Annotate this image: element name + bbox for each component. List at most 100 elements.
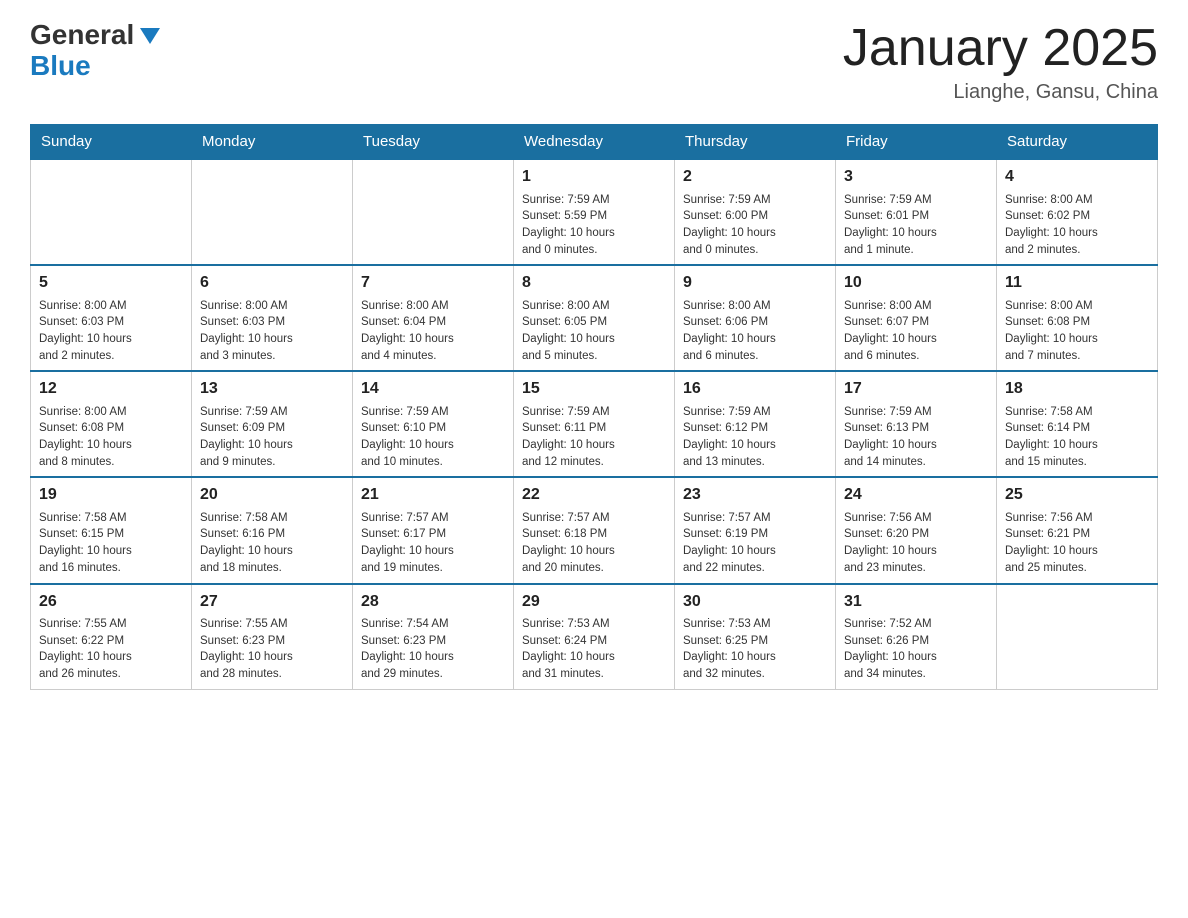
table-row: 27 Sunrise: 7:55 AM Sunset: 6:23 PM Dayli… <box>192 584 353 690</box>
day-number: 16 <box>683 378 827 400</box>
table-row: 10 Sunrise: 8:00 AM Sunset: 6:07 PM Dayli… <box>836 265 997 371</box>
day-number: 18 <box>1005 378 1149 400</box>
header-wednesday: Wednesday <box>514 125 675 160</box>
day-info: Sunrise: 8:00 AM Sunset: 6:08 PM Dayligh… <box>1005 298 1149 365</box>
day-number: 17 <box>844 378 988 400</box>
day-info: Sunrise: 7:53 AM Sunset: 6:25 PM Dayligh… <box>683 616 827 683</box>
day-number: 27 <box>200 591 344 613</box>
day-number: 11 <box>1005 272 1149 294</box>
day-info: Sunrise: 7:56 AM Sunset: 6:20 PM Dayligh… <box>844 510 988 577</box>
logo: General Blue <box>30 20 164 82</box>
table-row: 20Sunrise: 7:58 AM Sunset: 6:16 PM Dayli… <box>192 477 353 583</box>
header-friday: Friday <box>836 125 997 160</box>
day-number: 8 <box>522 272 666 294</box>
table-row: 15Sunrise: 7:59 AM Sunset: 6:11 PM Dayli… <box>514 371 675 477</box>
header-sunday: Sunday <box>31 125 192 160</box>
calendar-week-row: 26 Sunrise: 7:55 AM Sunset: 6:22 PM Dayli… <box>31 584 1158 690</box>
table-row: 8 Sunrise: 8:00 AM Sunset: 6:05 PM Daylig… <box>514 265 675 371</box>
subtitle: Lianghe, Gansu, China <box>843 81 1158 104</box>
table-row: 1 Sunrise: 7:59 AM Sunset: 5:59 PM Daylig… <box>514 159 675 265</box>
table-row <box>997 584 1158 690</box>
table-row: 24 Sunrise: 7:56 AM Sunset: 6:20 PM Dayli… <box>836 477 997 583</box>
day-info: Sunrise: 7:54 AM Sunset: 6:23 PM Dayligh… <box>361 616 505 683</box>
table-row: 28 Sunrise: 7:54 AM Sunset: 6:23 PM Dayli… <box>353 584 514 690</box>
table-row: 19 Sunrise: 7:58 AM Sunset: 6:15 PM Dayli… <box>31 477 192 583</box>
calendar-week-row: 5 Sunrise: 8:00 AM Sunset: 6:03 PM Daylig… <box>31 265 1158 371</box>
day-info: Sunrise: 7:58 AM Sunset: 6:15 PM Dayligh… <box>39 510 183 577</box>
page-header: General Blue January 2025 Lianghe, Gansu… <box>30 20 1158 104</box>
table-row: 6 Sunrise: 8:00 AM Sunset: 6:03 PM Daylig… <box>192 265 353 371</box>
table-row: 2Sunrise: 7:59 AM Sunset: 6:00 PM Daylig… <box>675 159 836 265</box>
day-number: 25 <box>1005 484 1149 506</box>
day-info: Sunrise: 8:00 AM Sunset: 6:02 PM Dayligh… <box>1005 192 1149 259</box>
day-info: Sunrise: 7:59 AM Sunset: 6:00 PM Dayligh… <box>683 192 827 259</box>
day-number: 22 <box>522 484 666 506</box>
day-number: 23 <box>683 484 827 506</box>
calendar-table: Sunday Monday Tuesday Wednesday Thursday… <box>30 124 1158 689</box>
table-row <box>31 159 192 265</box>
day-number: 21 <box>361 484 505 506</box>
table-row: 23 Sunrise: 7:57 AM Sunset: 6:19 PM Dayli… <box>675 477 836 583</box>
day-number: 7 <box>361 272 505 294</box>
table-row: 16 Sunrise: 7:59 AM Sunset: 6:12 PM Dayli… <box>675 371 836 477</box>
day-number: 26 <box>39 591 183 613</box>
day-info: Sunrise: 7:56 AM Sunset: 6:21 PM Dayligh… <box>1005 510 1149 577</box>
day-number: 4 <box>1005 166 1149 188</box>
day-info: Sunrise: 7:55 AM Sunset: 6:23 PM Dayligh… <box>200 616 344 683</box>
day-number: 19 <box>39 484 183 506</box>
calendar-week-row: 19 Sunrise: 7:58 AM Sunset: 6:15 PM Dayli… <box>31 477 1158 583</box>
table-row: 22Sunrise: 7:57 AM Sunset: 6:18 PM Dayli… <box>514 477 675 583</box>
header-saturday: Saturday <box>997 125 1158 160</box>
day-info: Sunrise: 7:59 AM Sunset: 6:09 PM Dayligh… <box>200 404 344 471</box>
day-info: Sunrise: 7:55 AM Sunset: 6:22 PM Dayligh… <box>39 616 183 683</box>
table-row: 17 Sunrise: 7:59 AM Sunset: 6:13 PM Dayli… <box>836 371 997 477</box>
day-number: 14 <box>361 378 505 400</box>
day-info: Sunrise: 7:59 AM Sunset: 6:01 PM Dayligh… <box>844 192 988 259</box>
table-row: 9Sunrise: 8:00 AM Sunset: 6:06 PM Daylig… <box>675 265 836 371</box>
day-number: 30 <box>683 591 827 613</box>
day-number: 29 <box>522 591 666 613</box>
day-info: Sunrise: 7:53 AM Sunset: 6:24 PM Dayligh… <box>522 616 666 683</box>
header-monday: Monday <box>192 125 353 160</box>
table-row: 21 Sunrise: 7:57 AM Sunset: 6:17 PM Dayli… <box>353 477 514 583</box>
day-number: 28 <box>361 591 505 613</box>
calendar-header-row: Sunday Monday Tuesday Wednesday Thursday… <box>31 125 1158 160</box>
day-number: 13 <box>200 378 344 400</box>
day-info: Sunrise: 8:00 AM Sunset: 6:03 PM Dayligh… <box>200 298 344 365</box>
day-info: Sunrise: 7:58 AM Sunset: 6:14 PM Dayligh… <box>1005 404 1149 471</box>
day-number: 31 <box>844 591 988 613</box>
day-number: 10 <box>844 272 988 294</box>
day-info: Sunrise: 8:00 AM Sunset: 6:04 PM Dayligh… <box>361 298 505 365</box>
table-row <box>353 159 514 265</box>
table-row: 11 Sunrise: 8:00 AM Sunset: 6:08 PM Dayli… <box>997 265 1158 371</box>
day-number: 15 <box>522 378 666 400</box>
table-row: 26 Sunrise: 7:55 AM Sunset: 6:22 PM Dayli… <box>31 584 192 690</box>
day-info: Sunrise: 7:59 AM Sunset: 6:12 PM Dayligh… <box>683 404 827 471</box>
day-number: 12 <box>39 378 183 400</box>
day-info: Sunrise: 7:59 AM Sunset: 5:59 PM Dayligh… <box>522 192 666 259</box>
title-section: January 2025 Lianghe, Gansu, China <box>843 20 1158 104</box>
day-info: Sunrise: 7:52 AM Sunset: 6:26 PM Dayligh… <box>844 616 988 683</box>
header-thursday: Thursday <box>675 125 836 160</box>
table-row: 18 Sunrise: 7:58 AM Sunset: 6:14 PM Dayli… <box>997 371 1158 477</box>
table-row: 29 Sunrise: 7:53 AM Sunset: 6:24 PM Dayli… <box>514 584 675 690</box>
table-row: 4 Sunrise: 8:00 AM Sunset: 6:02 PM Daylig… <box>997 159 1158 265</box>
day-info: Sunrise: 7:57 AM Sunset: 6:17 PM Dayligh… <box>361 510 505 577</box>
table-row <box>192 159 353 265</box>
day-info: Sunrise: 8:00 AM Sunset: 6:08 PM Dayligh… <box>39 404 183 471</box>
day-number: 6 <box>200 272 344 294</box>
calendar-week-row: 1 Sunrise: 7:59 AM Sunset: 5:59 PM Daylig… <box>31 159 1158 265</box>
table-row: 5Sunrise: 8:00 AM Sunset: 6:03 PM Daylig… <box>31 265 192 371</box>
day-info: Sunrise: 7:57 AM Sunset: 6:19 PM Dayligh… <box>683 510 827 577</box>
day-number: 24 <box>844 484 988 506</box>
calendar-week-row: 12 Sunrise: 8:00 AM Sunset: 6:08 PM Dayli… <box>31 371 1158 477</box>
table-row: 25 Sunrise: 7:56 AM Sunset: 6:21 PM Dayli… <box>997 477 1158 583</box>
logo-arrow-icon <box>136 22 164 50</box>
day-info: Sunrise: 8:00 AM Sunset: 6:05 PM Dayligh… <box>522 298 666 365</box>
day-number: 20 <box>200 484 344 506</box>
day-info: Sunrise: 8:00 AM Sunset: 6:06 PM Dayligh… <box>683 298 827 365</box>
day-info: Sunrise: 8:00 AM Sunset: 6:07 PM Dayligh… <box>844 298 988 365</box>
day-info: Sunrise: 7:59 AM Sunset: 6:13 PM Dayligh… <box>844 404 988 471</box>
day-number: 1 <box>522 166 666 188</box>
day-number: 5 <box>39 272 183 294</box>
